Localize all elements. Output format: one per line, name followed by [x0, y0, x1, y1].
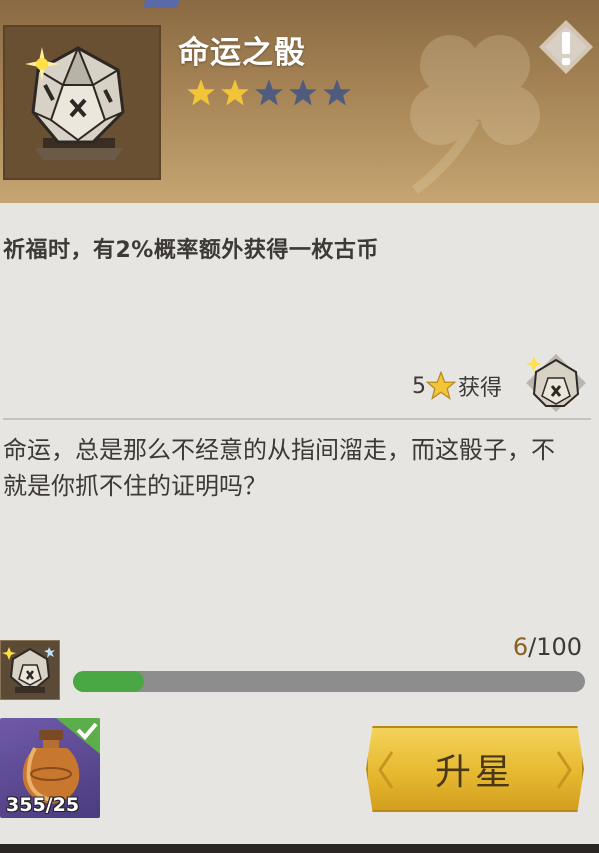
progress-current: 6 — [512, 633, 529, 661]
progress-separator: / — [528, 633, 537, 661]
fragment-slot[interactable] — [0, 640, 60, 700]
star-empty-icon — [255, 79, 283, 106]
star-empty-icon — [289, 79, 317, 106]
section-divider — [3, 418, 591, 420]
obtain-star-count: 5 — [412, 373, 426, 399]
star-empty-icon — [323, 79, 351, 106]
progress-label: 6/100 — [513, 633, 582, 661]
warning-icon[interactable] — [537, 18, 595, 76]
progress-bar — [73, 671, 585, 692]
flavor-text: 命运，总是那么不经意的从指间溜走，而这骰子，不就是你抓不住的证明吗？ — [3, 436, 555, 500]
rarity-stars — [186, 78, 352, 108]
bottom-strip — [0, 844, 599, 853]
upgrade-star-button[interactable]: 升星 — [366, 726, 584, 812]
item-title: 命运之骰 — [178, 35, 306, 71]
item-header: 命运之骰 — [0, 0, 599, 203]
check-icon — [56, 718, 100, 754]
clover-watermark-icon — [410, 35, 540, 194]
progress-fill — [73, 671, 144, 692]
item-detail-card: 命运之骰 祈福时，有2%概率额外获得一枚古币 5 获得 命运，总是那么不经意的从… — [0, 0, 599, 844]
obtain-info: 5 获得 — [412, 370, 502, 402]
dice-icon — [526, 354, 586, 412]
dice-icon — [2, 647, 55, 693]
upgrade-star-label: 升星 — [434, 752, 515, 793]
item-portrait — [3, 25, 161, 180]
sparkle-icon — [25, 47, 59, 81]
top-tab-notch — [142, 0, 184, 8]
obtain-label: 获得 — [458, 376, 503, 401]
progress-max: 100 — [536, 633, 582, 661]
star-icon — [426, 371, 456, 400]
effect-description: 祈福时，有2%概率额外获得一枚古币 — [3, 238, 379, 263]
chevron-right-icon — [556, 751, 572, 789]
material-slot[interactable]: 355/25 — [0, 718, 100, 818]
chevron-left-icon — [378, 751, 394, 789]
star-filled-icon — [221, 79, 249, 106]
material-count: 355/25 — [6, 794, 80, 816]
star-filled-icon — [187, 79, 215, 106]
